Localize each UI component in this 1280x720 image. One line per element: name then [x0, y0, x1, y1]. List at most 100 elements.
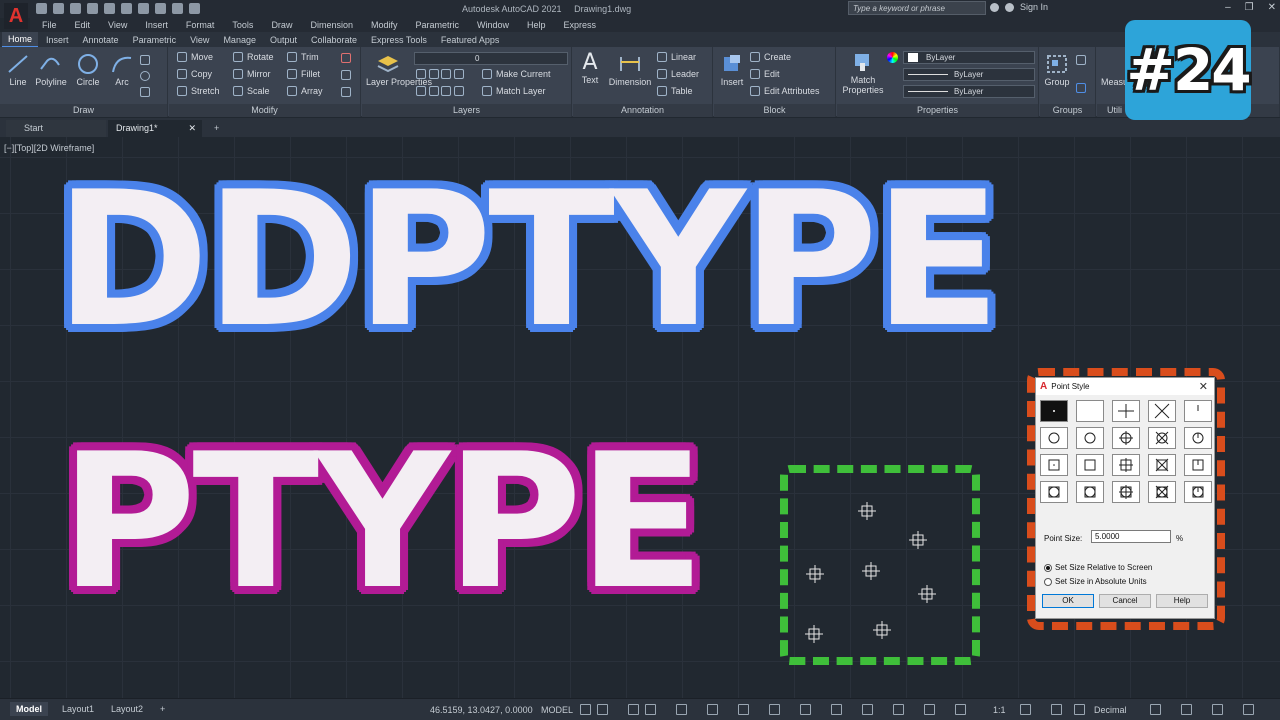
fillet-button[interactable]: Fillet: [287, 69, 320, 79]
menu-file[interactable]: File: [42, 20, 57, 30]
properties-panel-title[interactable]: Properties: [837, 104, 1038, 117]
polar-icon[interactable]: [645, 704, 656, 715]
mirror-button[interactable]: Mirror: [233, 69, 271, 79]
menu-tools[interactable]: Tools: [232, 20, 253, 30]
sign-in-link[interactable]: Sign In: [1020, 2, 1048, 12]
minimize-icon[interactable]: –: [1225, 2, 1231, 13]
radio-relative-to-screen[interactable]: Set Size Relative to Screen: [1044, 563, 1152, 572]
snap-icon[interactable]: [597, 704, 608, 715]
measure-button[interactable]: Measu: [1101, 77, 1128, 87]
edit-block-button[interactable]: Edit: [750, 69, 780, 79]
block-panel-title[interactable]: Block: [714, 104, 835, 117]
web-open-icon[interactable]: [104, 3, 115, 14]
tab-layout2[interactable]: Layout2: [105, 702, 149, 716]
menu-insert[interactable]: Insert: [145, 20, 168, 30]
add-layout-button[interactable]: +: [154, 702, 171, 716]
model-space-toggle[interactable]: MODEL: [541, 705, 573, 715]
workspace-gear-icon[interactable]: [1020, 704, 1031, 715]
insert-block-button[interactable]: Insert: [718, 53, 746, 87]
tab-featured-apps[interactable]: Featured Apps: [435, 33, 506, 47]
group-button[interactable]: Group: [1042, 53, 1072, 87]
line-button[interactable]: Line: [6, 53, 30, 87]
polyline-button[interactable]: Polyline: [34, 53, 68, 87]
drawing-area[interactable]: [−][Top][2D Wireframe] DDPTYPE PTYPE A P…: [0, 137, 1280, 698]
erase-tool[interactable]: [341, 53, 351, 65]
point-style-x[interactable]: [1148, 400, 1176, 422]
share-icon[interactable]: [172, 3, 183, 14]
explode-tool[interactable]: [341, 70, 351, 82]
annotation-scale[interactable]: 1:1: [993, 705, 1006, 715]
ungroup-tool[interactable]: [1076, 55, 1086, 67]
dynamic-ucs-icon[interactable]: [893, 704, 904, 715]
match-layer-button[interactable]: Match Layer: [482, 86, 546, 96]
quick-properties-icon[interactable]: [1150, 704, 1161, 715]
menu-express[interactable]: Express: [564, 20, 597, 30]
move-button[interactable]: Move: [177, 52, 213, 62]
units-selector[interactable]: Decimal: [1094, 705, 1127, 715]
point-style-dot[interactable]: [1040, 400, 1068, 422]
menu-view[interactable]: View: [108, 20, 127, 30]
new-file-icon[interactable]: [36, 3, 47, 14]
app-menu-button[interactable]: A: [4, 3, 28, 29]
point-style-circle-square-tick[interactable]: [1184, 481, 1212, 503]
new-tab-button[interactable]: +: [206, 120, 227, 137]
undo-icon[interactable]: [138, 3, 149, 14]
linetype-dropdown[interactable]: ByLayer: [903, 68, 1035, 81]
tab-express-tools[interactable]: Express Tools: [365, 33, 433, 47]
cancel-button[interactable]: Cancel: [1099, 594, 1151, 608]
match-properties-button[interactable]: Match Properties: [841, 51, 885, 95]
menu-window[interactable]: Window: [477, 20, 509, 30]
selection-filter-icon[interactable]: [924, 704, 935, 715]
help-button[interactable]: Help: [1156, 594, 1208, 608]
tab-model[interactable]: Model: [10, 702, 48, 716]
menu-parametric[interactable]: Parametric: [416, 20, 460, 30]
rectangle-tool[interactable]: [140, 55, 150, 67]
edit-attributes-button[interactable]: Edit Attributes: [750, 86, 820, 96]
menu-modify[interactable]: Modify: [371, 20, 398, 30]
create-block-button[interactable]: Create: [750, 52, 791, 62]
hatch-tool[interactable]: [140, 87, 150, 99]
layer-dropdown[interactable]: 0: [414, 52, 568, 65]
search-icon[interactable]: [990, 2, 999, 12]
isodraft-icon[interactable]: [676, 704, 687, 715]
leader-button[interactable]: Leader: [657, 69, 699, 79]
point-style-square-dot[interactable]: [1040, 454, 1068, 476]
grid-icon[interactable]: [580, 704, 591, 715]
layer-tools-row[interactable]: [416, 69, 464, 81]
point-style-circle-square-x[interactable]: [1148, 481, 1176, 503]
group-select-tool[interactable]: [1076, 83, 1086, 95]
layer-properties-button[interactable]: Layer Properties: [366, 53, 432, 87]
tab-start[interactable]: Start: [6, 120, 106, 137]
isolate-objects-icon[interactable]: [1212, 704, 1223, 715]
tab-parametric[interactable]: Parametric: [127, 33, 183, 47]
groups-panel-title[interactable]: Groups: [1040, 104, 1095, 117]
point-style-tick[interactable]: [1184, 400, 1212, 422]
print-icon[interactable]: [121, 3, 132, 14]
tab-drawing1[interactable]: Drawing1* ✕: [108, 120, 202, 137]
close-tab-icon[interactable]: ✕: [188, 123, 196, 134]
object-snap-tracking-icon[interactable]: [707, 704, 718, 715]
point-style-circle-x[interactable]: [1148, 427, 1176, 449]
scale-button[interactable]: Scale: [233, 86, 270, 96]
tab-manage[interactable]: Manage: [217, 33, 262, 47]
text-button[interactable]: A Text: [577, 51, 603, 86]
tab-insert[interactable]: Insert: [40, 33, 75, 47]
copy-button[interactable]: Copy: [177, 69, 212, 79]
point-style-none[interactable]: [1076, 400, 1104, 422]
point-style-plus[interactable]: [1112, 400, 1140, 422]
tab-annotate[interactable]: Annotate: [77, 33, 125, 47]
menu-edit[interactable]: Edit: [75, 20, 91, 30]
stretch-button[interactable]: Stretch: [177, 86, 220, 96]
linear-button[interactable]: Linear: [657, 52, 696, 62]
modify-panel-title[interactable]: Modify: [169, 104, 360, 117]
menu-help[interactable]: Help: [527, 20, 546, 30]
point-style-square-plus[interactable]: [1112, 454, 1140, 476]
circle-button[interactable]: Circle: [74, 53, 102, 87]
close-icon[interactable]: ✕: [1199, 380, 1208, 393]
color-wheel[interactable]: [887, 52, 898, 65]
redo-icon[interactable]: [155, 3, 166, 14]
ortho-icon[interactable]: [628, 704, 639, 715]
open-file-icon[interactable]: [53, 3, 64, 14]
radio-absolute-units[interactable]: Set Size in Absolute Units: [1044, 577, 1147, 586]
color-dropdown[interactable]: ByLayer: [903, 51, 1035, 64]
